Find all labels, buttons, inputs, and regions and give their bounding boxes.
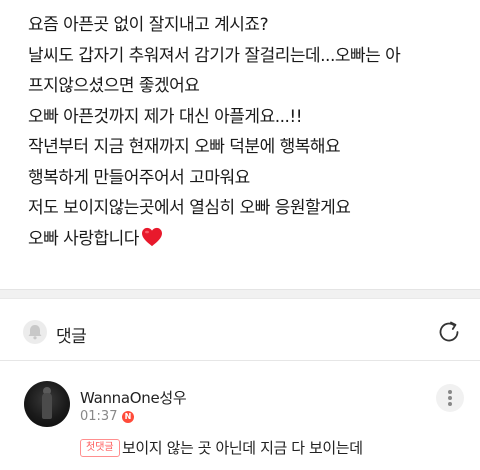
post-line-8: 오빠 사랑합니다 [28,224,468,255]
post-line-2: 날씨도 갑자기 추워져서 감기가 잘걸리는데...오빠는 아 [28,45,401,66]
post-line-3: 프지않으셨으면 좋겠어요 [28,76,200,96]
refresh-icon[interactable] [434,317,464,347]
comment-author[interactable]: WannaOne성우 [80,387,187,408]
bell-icon[interactable] [22,318,48,346]
comment-item: WannaOne성우 01:37 N 첫댓글 보이지 않는 곳 아닌데 지금 다… [0,361,480,470]
more-vertical-icon-dot [448,396,452,400]
new-badge: N [122,411,134,423]
section-separator [0,289,480,299]
post-line-4: 오빠 아픈것까지 제가 대신 아플게요...!! [28,106,303,127]
comments-header: 댓글 [0,310,480,356]
avatar-figure-body [42,393,52,419]
comment-time: 01:37 [80,409,118,424]
post-line-7: 저도 보이지않는곳에서 열심히 오빠 응원할게요 [28,198,351,218]
heart-icon [141,227,162,246]
post-line-8-text: 오빠 사랑합니다 [28,228,139,249]
post-line-5: 작년부터 지금 현재까지 오빠 덕분에 행복해요 [28,137,341,157]
comments-title: 댓글 [56,327,87,347]
comment-text: 보이지 않는 곳 아닌데 지금 다 보이는데 [122,439,363,457]
first-comment-badge: 첫댓글 [80,439,120,457]
post-line-1: 요즘 아픈곳 없이 잘지내고 계시죠? [28,15,269,35]
post-line-6: 행복하게 만들어주어서 고마워요 [28,167,250,188]
more-vertical-icon-dot [448,402,452,406]
more-vertical-icon [448,390,452,394]
post-body: 요즘 아픈곳 없이 잘지내고 계시죠? 날씨도 갑자기 추워져서 감기가 잘걸리… [28,10,468,254]
more-options-button[interactable] [436,384,464,412]
avatar[interactable] [24,381,70,427]
